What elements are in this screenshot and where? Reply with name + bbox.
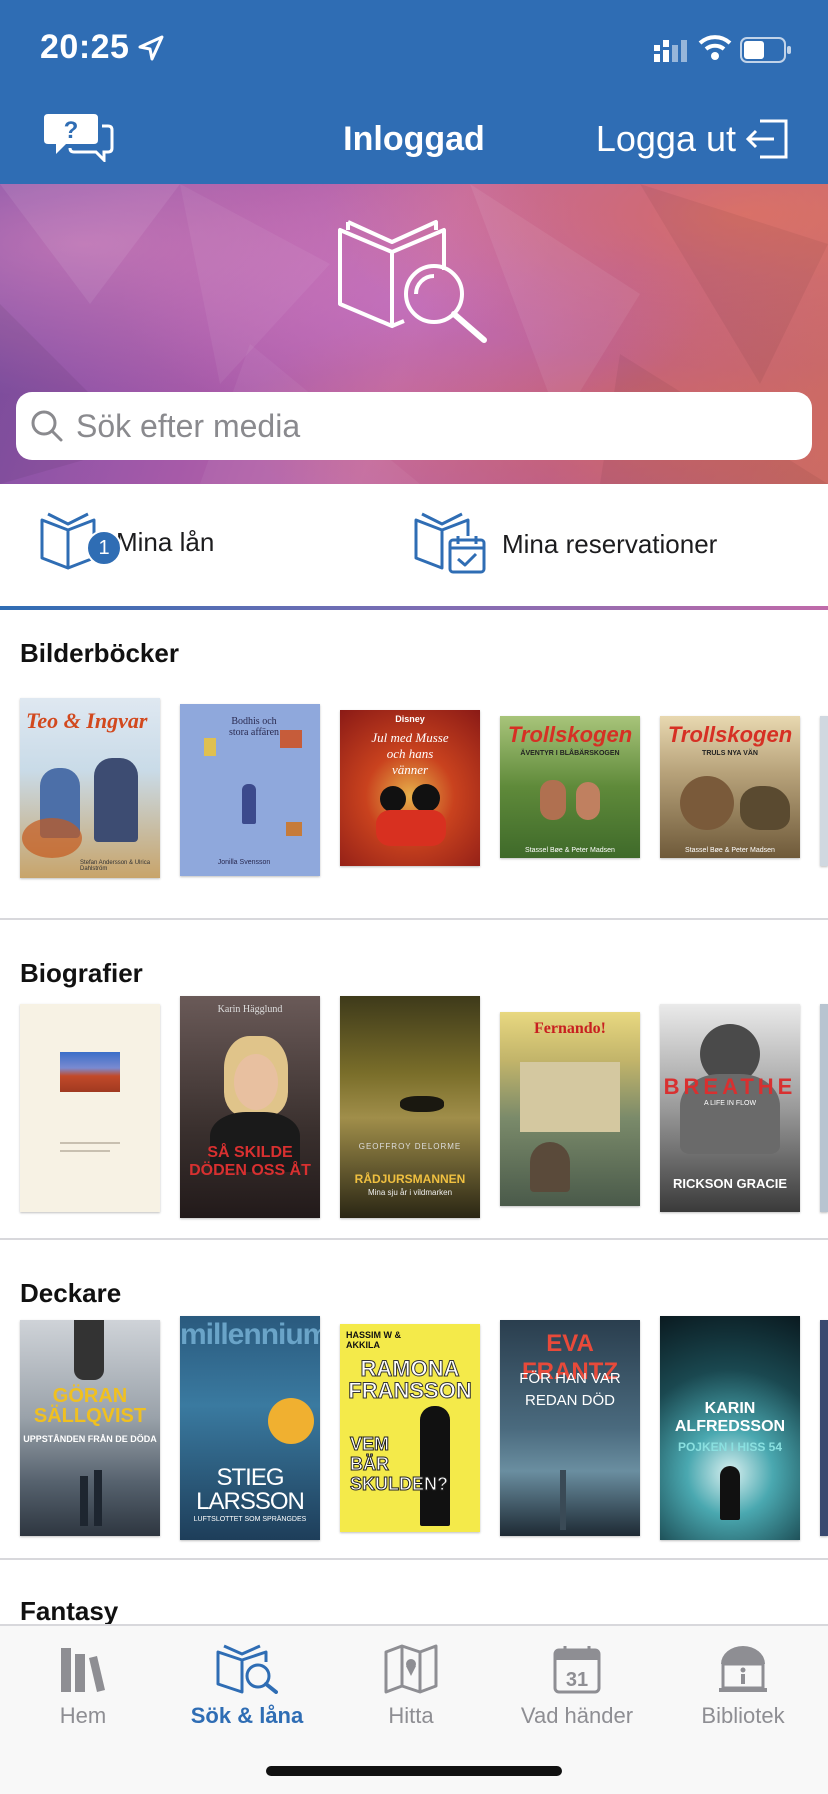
book-subtitle: ÄVENTYR I BLÅBÄRSKOGEN: [520, 750, 620, 757]
my-reservations-button[interactable]: Mina reservationer: [412, 512, 717, 576]
book-cover[interactable]: Fernando!: [500, 1012, 640, 1206]
calendar-icon: 31: [553, 1646, 601, 1694]
search-hero-banner: Sök efter media: [0, 184, 828, 484]
book-cover[interactable]: KARIN ALFREDSSON POJKEN I HISS 54: [660, 1316, 800, 1540]
section-title: Biografier: [20, 958, 143, 988]
book-title: LUFTSLOTTET SOM SPRÄNGDES: [193, 1516, 307, 1523]
quick-links: 1 Mina lån Mina reservationer: [0, 484, 828, 608]
tab-home[interactable]: Hem: [8, 1644, 158, 1729]
carousel-picture-books: Bilderböcker Teo & Ingvar Stefan Anderss…: [0, 610, 828, 920]
search-input[interactable]: Sök efter media: [16, 392, 812, 460]
carousel-biographies: Biografier Karin Hägglund SÅ SKILDE DÖDE…: [0, 920, 828, 1238]
calendar-day: 31: [566, 1669, 588, 1691]
section-title: Bilderböcker: [20, 638, 179, 668]
status-bar: 20:25: [0, 0, 828, 100]
book-cover[interactable]: BREATHE A LIFE IN FLOW RICKSON GRACIE: [660, 1004, 800, 1212]
loans-count-badge: 1: [86, 530, 122, 566]
section-title: Deckare: [20, 1278, 122, 1308]
book-cover[interactable]: Teo & Ingvar Stefan Andersson & Ulrica D…: [20, 698, 160, 878]
book-subtitle: TRULS NYA VÄN: [702, 750, 758, 757]
book-title: Bodhis och stora affären: [228, 716, 280, 738]
book-cover[interactable]: Disney Jul med Musse och hans vänner: [340, 710, 480, 866]
book-cover[interactable]: [20, 1004, 160, 1212]
book-cover[interactable]: Trollskogen ÄVENTYR I BLÅBÄRSKOGEN Stass…: [500, 716, 640, 858]
tab-library[interactable]: Bibliotek: [668, 1644, 818, 1729]
book-title: Teo & Ingvar: [26, 708, 148, 733]
section-title: Fantasy: [20, 1596, 119, 1624]
status-time: 20:25: [40, 28, 130, 66]
book-search-icon: [338, 220, 487, 343]
book-author: RICKSON GRACIE: [672, 1176, 788, 1191]
book-author: Karin Hägglund: [217, 1004, 283, 1015]
book-cover-partial[interactable]: [820, 716, 828, 866]
book-title: RAMONA FRANSSON: [348, 1356, 472, 1403]
logout-button[interactable]: Logga ut: [596, 118, 788, 160]
navigation-bar: ? Inloggad Logga ut: [0, 100, 828, 184]
home-indicator: [266, 1766, 562, 1776]
book-cover[interactable]: Trollskogen TRULS NYA VÄN Stassel Bøe & …: [660, 716, 800, 858]
tab-label: Hitta: [388, 1703, 434, 1728]
library-building-icon: [719, 1646, 767, 1692]
book-cover[interactable]: GÖRAN SÄLLQVIST UPPSTÅNDEN FRÅN DE DÖDA: [20, 1320, 160, 1536]
book-title: RÅDJURSMANNEN: [354, 1172, 466, 1186]
carousel-fantasy: Fantasy: [0, 1560, 828, 1624]
book-cover[interactable]: Bodhis och stora affären Jonilla Svensso…: [180, 704, 320, 876]
book-subtitle: Mina sju år i vildmarken: [367, 1188, 453, 1197]
book-cover[interactable]: GEOFFROY DELORME RÅDJURSMANNEN Mina sju …: [340, 996, 480, 1218]
book-cover-partial[interactable]: [820, 1004, 828, 1212]
book-cover[interactable]: millennium STIEG LARSSON LUFTSLOTTET SOM…: [180, 1316, 320, 1540]
tab-find[interactable]: Hitta: [336, 1644, 486, 1729]
book-brand: millennium: [180, 1318, 320, 1351]
carousel-crime-fiction: Deckare GÖRAN SÄLLQVIST UPPSTÅNDEN FRÅN …: [0, 1240, 828, 1560]
book-author: GEOFFROY DELORME: [358, 1142, 462, 1151]
tab-search-borrow[interactable]: Sök & låna: [172, 1644, 322, 1729]
book-cover-partial[interactable]: [820, 1320, 828, 1536]
book-subtitle: VEM BÄR SKULDEN?: [350, 1434, 449, 1495]
book-subtitle: A LIFE IN FLOW: [703, 1100, 757, 1107]
location-arrow-icon: [138, 35, 164, 61]
book-cover[interactable]: HASSIM W & AKKILA RAMONA FRANSSON VEM BÄ…: [340, 1324, 480, 1532]
book-title: Trollskogen: [507, 722, 633, 747]
book-author: Jonilla Svensson: [217, 859, 271, 866]
book-author: GÖRAN SÄLLQVIST: [33, 1385, 147, 1427]
book-author: Stassel Bøe & Peter Madsen: [525, 847, 615, 854]
wifi-icon: [698, 35, 732, 60]
book-author: KARIN ALFREDSSON: [674, 1400, 786, 1435]
book-calendar-icon: [414, 512, 486, 574]
tab-label: Hem: [59, 1703, 107, 1728]
book-title: SÅ SKILDE DÖDEN OSS ÅT: [189, 1144, 311, 1179]
book-author: Stassel Bøe & Peter Madsen: [685, 847, 775, 854]
my-loans-label: Mina lån: [116, 526, 215, 557]
book-title: BREATHE: [663, 1074, 797, 1099]
book-brand: Disney: [395, 714, 425, 724]
book-author: STIEG LARSSON: [196, 1464, 305, 1515]
book-title: UPPSTÅNDEN FRÅN DE DÖDA: [23, 1434, 157, 1444]
my-loans-button[interactable]: 1 Mina lån: [38, 512, 214, 572]
books-icon: [61, 1648, 105, 1692]
book-author: Stefan Andersson & Ulrica Dahlström: [80, 860, 151, 872]
book-title: Fernando!: [534, 1020, 606, 1037]
book-title: POJKEN I HISS 54: [677, 1440, 783, 1454]
battery-icon: [740, 37, 791, 63]
logout-label: Logga ut: [595, 118, 736, 159]
map-icon: [384, 1644, 438, 1694]
book-author: HASSIM W & AKKILA: [346, 1330, 401, 1350]
search-icon: [31, 410, 63, 442]
book-search-icon: [216, 1644, 278, 1694]
search-placeholder: Sök efter media: [76, 407, 301, 444]
book-title: Trollskogen: [667, 722, 793, 747]
cellular-signal-icon: [654, 40, 687, 62]
tab-events[interactable]: 31 Vad händer: [502, 1644, 652, 1729]
my-reservations-label: Mina reservationer: [502, 528, 718, 559]
logout-icon: [746, 119, 788, 159]
book-cover[interactable]: EVA FRANTZ FÖR HAN VAR REDAN DÖD: [500, 1320, 640, 1536]
book-title: Jul med Musse och hans vänner: [371, 730, 449, 777]
tab-label: Bibliotek: [701, 1703, 785, 1728]
book-cover[interactable]: Karin Hägglund SÅ SKILDE DÖDEN OSS ÅT: [180, 996, 320, 1218]
tab-label: Sök & låna: [190, 1703, 304, 1728]
book-title: FÖR HAN VAR REDAN DÖD: [519, 1370, 621, 1409]
tab-label: Vad händer: [520, 1703, 634, 1728]
